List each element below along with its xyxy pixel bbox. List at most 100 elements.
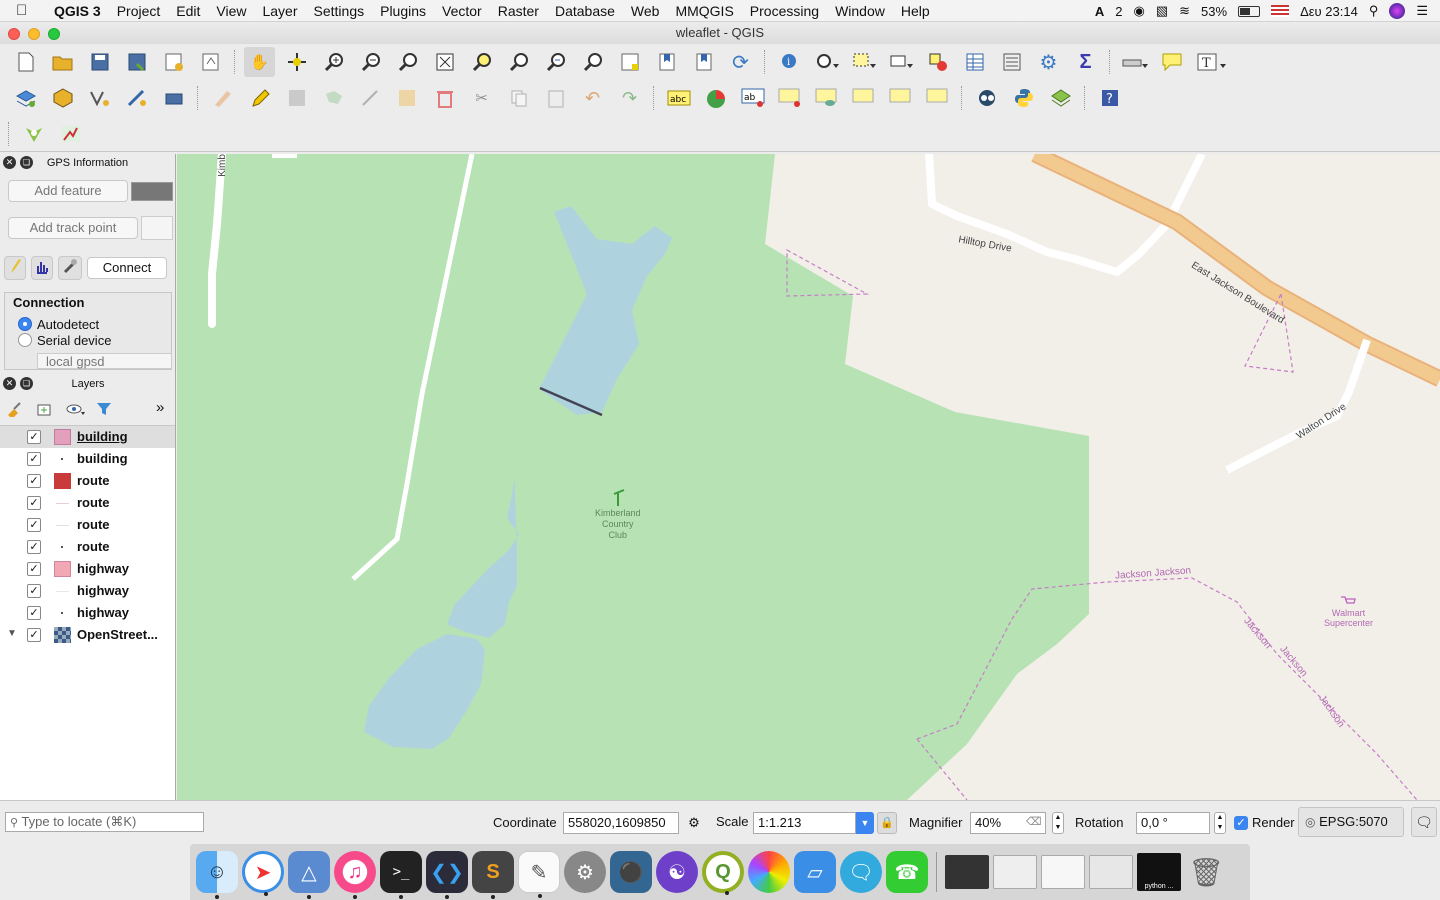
gps-position-tab[interactable] bbox=[4, 256, 26, 280]
zoom-out-icon[interactable] bbox=[355, 47, 386, 77]
layer-visibility-checkbox[interactable]: ✓ bbox=[27, 562, 41, 576]
messages-icon[interactable]: 🗨 bbox=[1411, 807, 1437, 837]
select-features-icon[interactable] bbox=[848, 47, 879, 77]
new-project-icon[interactable] bbox=[10, 47, 41, 77]
zoom-to-layer-icon[interactable] bbox=[503, 47, 534, 77]
copy-features-icon[interactable] bbox=[503, 83, 534, 113]
itunes-icon[interactable]: ♫ bbox=[334, 851, 376, 899]
finder-icon[interactable]: ☺ bbox=[196, 851, 238, 899]
layer-row-route-point[interactable]: ✓ route bbox=[0, 536, 175, 558]
identify-features-icon[interactable]: i bbox=[774, 47, 805, 77]
toggle-editing-icon[interactable] bbox=[244, 83, 275, 113]
statistical-summary-icon[interactable]: Σ bbox=[1070, 47, 1101, 77]
new-bookmark-icon[interactable] bbox=[651, 47, 682, 77]
coordinate-field[interactable]: 558020,1609850 bbox=[563, 812, 679, 834]
layer-name[interactable]: route bbox=[77, 539, 110, 554]
menu-edit[interactable]: Edit bbox=[168, 3, 208, 19]
minimized-window-thumbnail[interactable] bbox=[1041, 855, 1085, 889]
connect-button[interactable]: Connect bbox=[87, 257, 167, 279]
keynote-icon[interactable]: ▱ bbox=[794, 851, 836, 893]
processing-toolbox-icon[interactable]: ⚙ bbox=[1033, 47, 1064, 77]
undo-icon[interactable]: ↶ bbox=[577, 83, 608, 113]
add-group-icon[interactable] bbox=[36, 401, 52, 420]
messages-app-icon[interactable]: 🗨 bbox=[840, 851, 882, 893]
virtual-layer-icon[interactable] bbox=[158, 83, 189, 113]
open-project-icon[interactable] bbox=[47, 47, 78, 77]
plugin-manager-icon[interactable] bbox=[1045, 83, 1076, 113]
modify-attributes-icon[interactable] bbox=[392, 83, 423, 113]
field-calculator-icon[interactable] bbox=[996, 47, 1027, 77]
layer-diagram-icon[interactable] bbox=[700, 83, 731, 113]
menu-window[interactable]: Window bbox=[827, 3, 893, 19]
close-icon[interactable]: ✕ bbox=[3, 156, 16, 169]
render-checkbox[interactable]: ✓ bbox=[1234, 816, 1248, 830]
layer-row-highway-point[interactable]: ✓ highway bbox=[0, 602, 175, 624]
apple-icon[interactable]:  bbox=[16, 2, 38, 19]
menu-mmqgis[interactable]: MMQGIS bbox=[667, 3, 741, 19]
menu-raster[interactable]: Raster bbox=[490, 3, 547, 19]
minimized-python-window[interactable]: python ... bbox=[1137, 853, 1181, 891]
new-map-view-icon[interactable] bbox=[614, 47, 645, 77]
pin-labels-icon[interactable]: ab bbox=[737, 83, 768, 113]
layer-visibility-checkbox[interactable]: ✓ bbox=[27, 496, 41, 510]
autodetect-label[interactable]: Autodetect bbox=[37, 317, 99, 332]
feature-color-swatch[interactable] bbox=[131, 182, 173, 201]
battery-icon[interactable] bbox=[1238, 5, 1261, 17]
menu-processing[interactable]: Processing bbox=[742, 3, 827, 19]
add-feature-button[interactable]: Add feature bbox=[8, 180, 128, 202]
locate-search-input[interactable]: ⚲ Type to locate (⌘K) bbox=[5, 812, 204, 832]
save-as-icon[interactable] bbox=[121, 47, 152, 77]
close-icon[interactable]: ✕ bbox=[3, 377, 16, 390]
menu-plugins[interactable]: Plugins bbox=[372, 3, 434, 19]
clear-magnifier-icon[interactable]: ⌫ bbox=[1026, 815, 1042, 828]
zoom-in-icon[interactable] bbox=[318, 47, 349, 77]
layout-manager-icon[interactable] bbox=[195, 47, 226, 77]
notification-center-icon[interactable]: ☰ bbox=[1416, 3, 1428, 19]
add-track-point-button[interactable]: Add track point bbox=[8, 217, 138, 239]
gps-signal-tab[interactable] bbox=[31, 256, 53, 280]
highlight-pinned-labels-icon[interactable] bbox=[774, 83, 805, 113]
expand-toolbar-icon[interactable]: » bbox=[156, 399, 164, 416]
text-annotation-icon[interactable]: T bbox=[1193, 47, 1233, 77]
gps-options-tab[interactable] bbox=[58, 256, 82, 280]
safari-icon[interactable]: ➤ bbox=[242, 851, 284, 896]
menu-project[interactable]: Project bbox=[109, 3, 169, 19]
attribute-table-icon[interactable] bbox=[959, 47, 990, 77]
rotation-field[interactable]: 0,0 ° bbox=[1136, 812, 1210, 834]
menu-view[interactable]: View bbox=[208, 3, 254, 19]
minimize-window-button[interactable] bbox=[28, 28, 40, 40]
layer-name[interactable]: OpenStreet... bbox=[77, 627, 158, 642]
select-by-value-icon[interactable] bbox=[885, 47, 916, 77]
crs-button[interactable]: ◎ EPSG:5070 bbox=[1298, 807, 1404, 837]
menu-database[interactable]: Database bbox=[547, 3, 623, 19]
terminal-icon[interactable]: >_ bbox=[380, 851, 422, 899]
pan-map-icon[interactable]: ✋ bbox=[244, 47, 275, 77]
show-bookmarks-icon[interactable] bbox=[688, 47, 719, 77]
new-geopackage-layer-icon[interactable] bbox=[47, 83, 78, 113]
help-icon[interactable]: ? bbox=[1094, 83, 1125, 113]
layer-labeling-icon[interactable]: abc bbox=[663, 83, 694, 113]
layer-name[interactable]: building bbox=[77, 451, 128, 466]
scale-dropdown-icon[interactable]: ▼ bbox=[856, 812, 874, 834]
radio-autodetect[interactable] bbox=[18, 317, 32, 331]
radio-serial-device[interactable] bbox=[18, 333, 32, 347]
layer-name[interactable]: highway bbox=[77, 605, 129, 620]
desktop-number[interactable]: 2 bbox=[1115, 4, 1122, 19]
minimized-window-thumbnail[interactable] bbox=[1089, 855, 1133, 889]
menu-app-name[interactable]: QGIS 3 bbox=[46, 3, 109, 19]
deselect-all-icon[interactable] bbox=[922, 47, 953, 77]
layer-visibility-checkbox[interactable]: ✓ bbox=[27, 474, 41, 488]
change-label-icon[interactable] bbox=[922, 83, 953, 113]
add-feature-icon[interactable] bbox=[318, 83, 349, 113]
postgresql-icon[interactable]: ⚫ bbox=[610, 851, 652, 893]
local-gpsd-option[interactable]: local gpsd bbox=[37, 353, 172, 369]
zoom-native-icon[interactable] bbox=[392, 47, 423, 77]
paste-features-icon[interactable] bbox=[540, 83, 571, 113]
layer-name[interactable]: highway bbox=[77, 561, 129, 576]
scale-lock-icon[interactable]: 🔒 bbox=[877, 812, 897, 834]
expand-arrow-icon[interactable]: ▼ bbox=[7, 628, 17, 639]
wifi-icon[interactable]: ≋ bbox=[1179, 3, 1190, 19]
metasearch-icon[interactable] bbox=[971, 83, 1002, 113]
vertex-tool-icon[interactable] bbox=[355, 83, 386, 113]
layer-row-highway-fill[interactable]: ✓ highway bbox=[0, 558, 175, 580]
